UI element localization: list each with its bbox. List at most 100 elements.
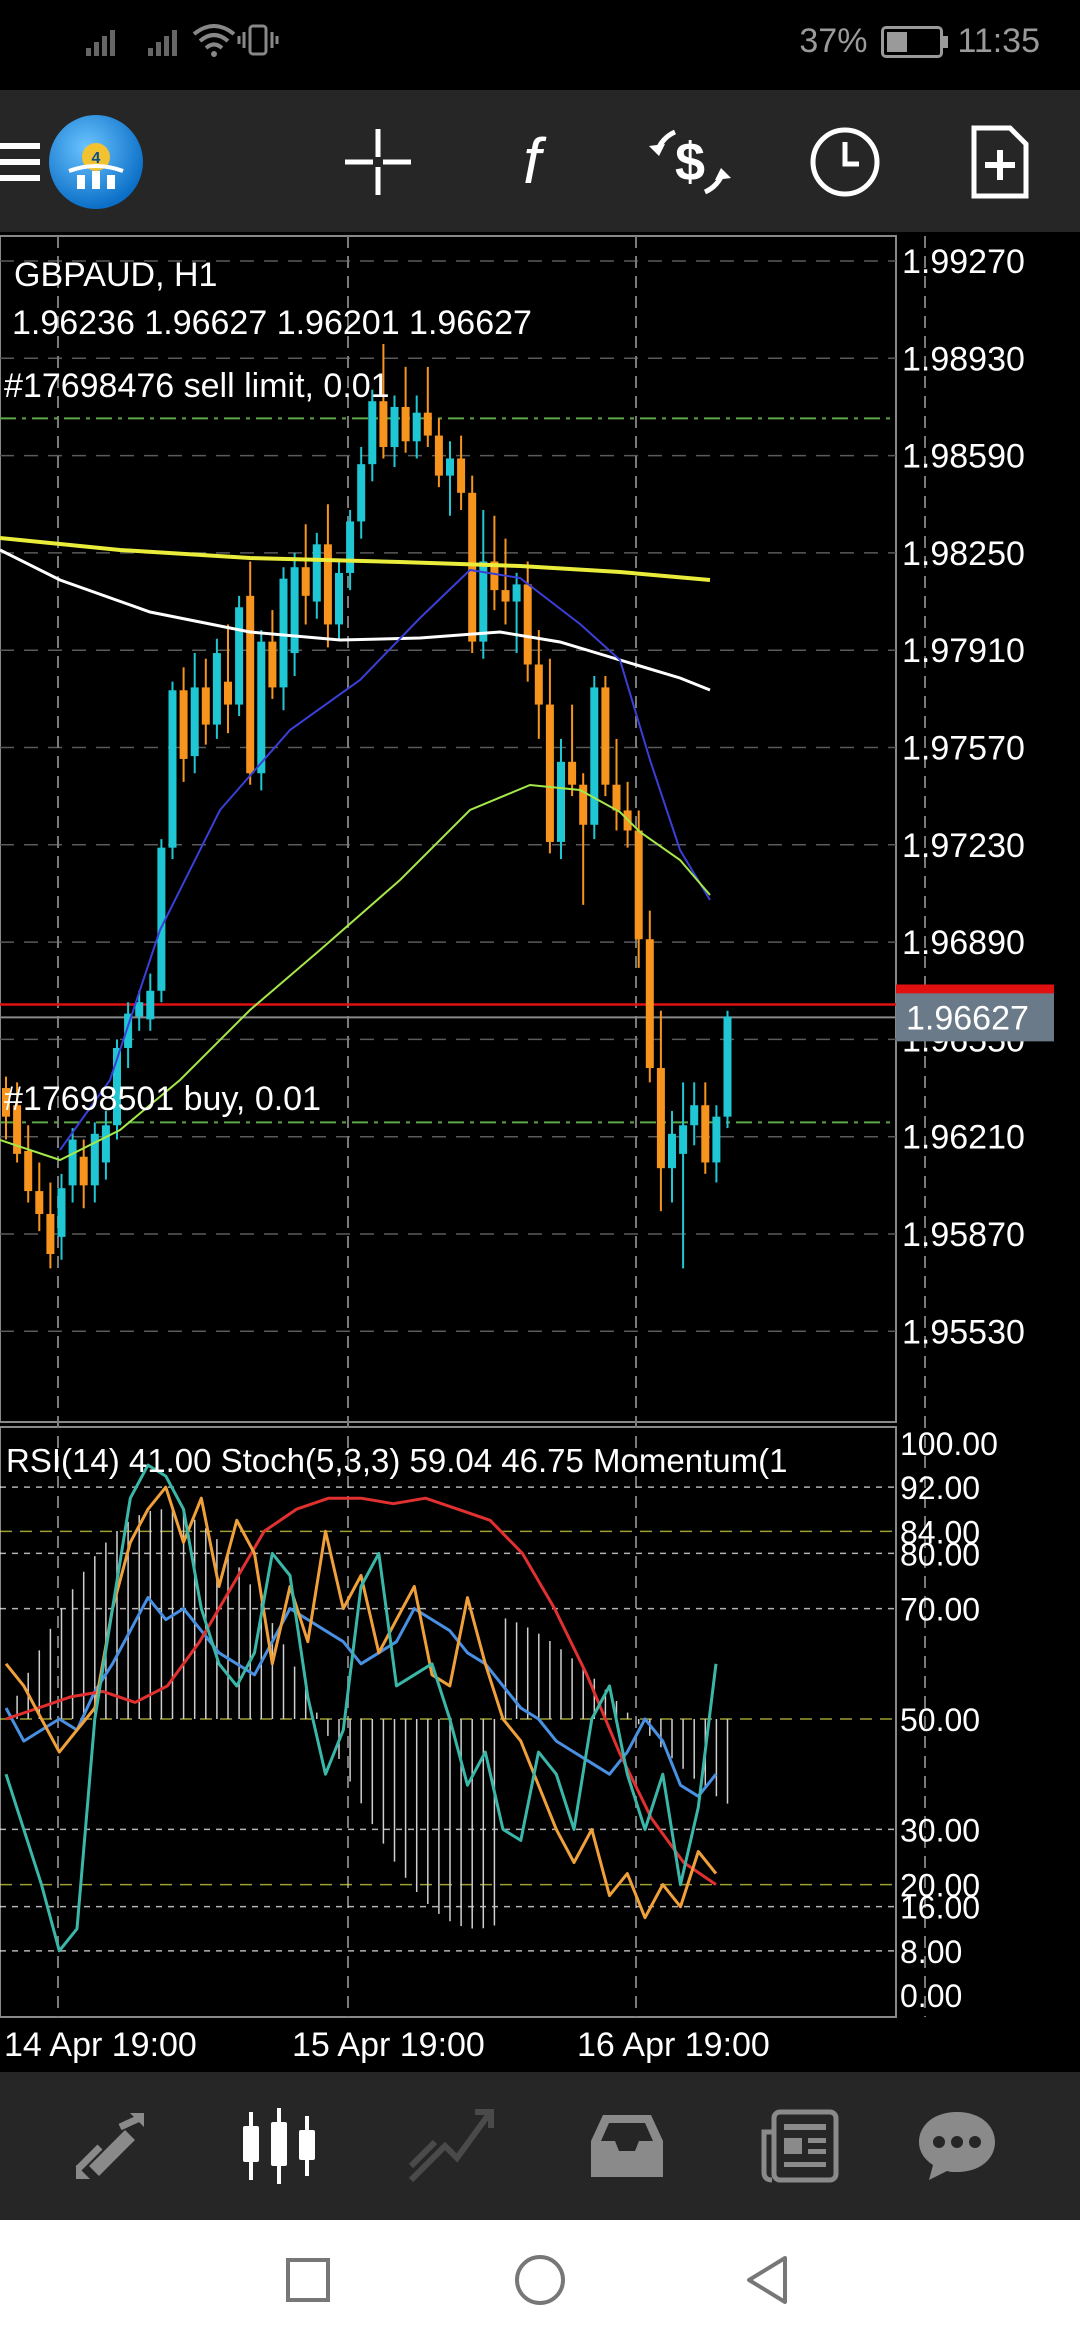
nav-news[interactable]: [725, 2072, 875, 2220]
chart-grid: [0, 235, 926, 2018]
candle-body: [668, 1133, 676, 1169]
indicator-axis-label: 0.00: [900, 1978, 962, 2014]
indicator-axis-label: 50.00: [900, 1702, 980, 1738]
price-axis-label: 1.96210: [902, 1119, 1025, 1157]
candle-body: [268, 641, 277, 688]
candle-body: [446, 458, 454, 476]
candle-body: [401, 406, 410, 442]
chart-icon: [243, 2108, 315, 2184]
crosshair-icon: [345, 129, 411, 195]
signal-strength-2-icon: [148, 30, 177, 56]
indicator-header: RSI(14) 41.00 Stoch(5,3,3) 59.04 46.75 M…: [6, 1442, 787, 1479]
triangle-back-icon: [747, 2256, 787, 2304]
trade-icon: $: [649, 129, 731, 195]
candle-body: [146, 990, 155, 1020]
candle-body: [224, 681, 232, 705]
status-bar: 37% 11:35: [0, 0, 1080, 90]
status-right: 37% 11:35: [799, 22, 1040, 61]
nav-trade[interactable]: [375, 2072, 525, 2220]
current-price-label: 1.96627: [906, 999, 1029, 1037]
candle-body: [201, 687, 210, 725]
candle-body: [290, 567, 299, 654]
nav-history[interactable]: [552, 2072, 702, 2220]
candle-body: [468, 492, 477, 642]
chart-toolbar: 4 f $: [0, 90, 1080, 232]
candle-body: [279, 578, 288, 688]
price-axis-label: 1.98930: [902, 340, 1025, 378]
recents-button[interactable]: [258, 2240, 358, 2320]
candle-body: [190, 687, 199, 757]
candle-body: [545, 704, 554, 842]
signal-strength-icon: [86, 30, 115, 56]
candle-body: [434, 435, 443, 476]
candle-body: [612, 784, 621, 811]
candle-body: [645, 939, 654, 1069]
indicator-layer: [4, 1463, 729, 1953]
trade-chart-icon: [408, 2109, 494, 2183]
indicator-axis-label: 30.00: [900, 1812, 980, 1848]
price-axis-label: 1.98250: [902, 535, 1025, 573]
home-button[interactable]: [490, 2240, 590, 2320]
ma-yellow-line: [0, 536, 711, 582]
indicator-axis-label: 80.00: [900, 1536, 980, 1572]
vibrate-icon: [237, 24, 279, 56]
candle-body: [656, 1068, 665, 1169]
price-axis-label: 1.97570: [902, 730, 1025, 768]
price-chart[interactable]: 1.99270 1.98930 1.98590 1.98250 1.97910 1.975…: [0, 232, 1080, 2072]
candle-body: [712, 1116, 721, 1163]
app-logo[interactable]: 4: [46, 112, 146, 212]
price-axis-label: 1.95870: [902, 1216, 1025, 1254]
indicator-axis-label: 92.00: [900, 1470, 980, 1506]
time-axis-label: 16 Apr 19:00: [577, 2026, 770, 2064]
candle-body: [379, 401, 388, 448]
price-axis-label: 1.97230: [902, 827, 1025, 865]
app-logo-icon: 4: [49, 115, 143, 209]
candle-body: [212, 653, 221, 725]
indicators-button[interactable]: f: [482, 112, 582, 212]
candle-body: [501, 590, 510, 602]
battery-icon: [881, 25, 949, 58]
circle-icon: [515, 2255, 565, 2305]
new-order-icon: [971, 125, 1029, 199]
candle-body: [135, 1002, 144, 1017]
trade-button[interactable]: $: [640, 112, 740, 212]
indicator-axis-label: 16.00: [900, 1890, 980, 1926]
candle-body: [368, 401, 377, 465]
nav-quotes[interactable]: [35, 2072, 185, 2220]
indicator-axis-label: 100.00: [900, 1426, 998, 1462]
candle-body: [390, 406, 399, 448]
svg-text:$: $: [675, 132, 705, 192]
candle-body: [523, 584, 532, 665]
time-axis-label: 14 Apr 19:00: [4, 2026, 197, 2064]
candle-body: [701, 1105, 710, 1163]
menu-icon: [0, 143, 40, 181]
quotes-icon: [75, 2113, 144, 2179]
nav-chart[interactable]: [205, 2072, 355, 2220]
candle-body: [423, 412, 432, 436]
new-order-button[interactable]: [950, 112, 1050, 212]
buy-order-label: #17698501 buy, 0.01: [4, 1080, 321, 1118]
candle-body: [512, 584, 521, 602]
price-axis-label: 1.95530: [902, 1313, 1025, 1351]
candle-body: [46, 1213, 55, 1255]
candle-body: [568, 761, 577, 785]
candle-body: [35, 1191, 44, 1214]
candle-body: [312, 544, 321, 602]
indicator-axis-label: 70.00: [900, 1592, 980, 1628]
nav-chat[interactable]: [882, 2072, 1032, 2220]
candle-body: [679, 1125, 688, 1154]
price-axis-label: 1.98590: [902, 438, 1025, 476]
candle-body: [24, 1151, 33, 1192]
candle-body: [246, 595, 255, 774]
system-navigation-bar: [0, 2220, 1080, 2340]
price-axis-label: 1.96890: [902, 924, 1025, 962]
bottom-navigation: [0, 2072, 1080, 2220]
candle-body: [723, 1016, 732, 1117]
back-button[interactable]: [718, 2240, 818, 2320]
candle-body: [101, 1125, 110, 1163]
chart-area[interactable]: 1.99270 1.98930 1.98590 1.98250 1.97910 1.975…: [0, 232, 1080, 2072]
period-button[interactable]: [795, 112, 895, 212]
candle-body: [68, 1139, 77, 1186]
clock: 11:35: [957, 22, 1040, 60]
crosshair-button[interactable]: [328, 112, 428, 212]
